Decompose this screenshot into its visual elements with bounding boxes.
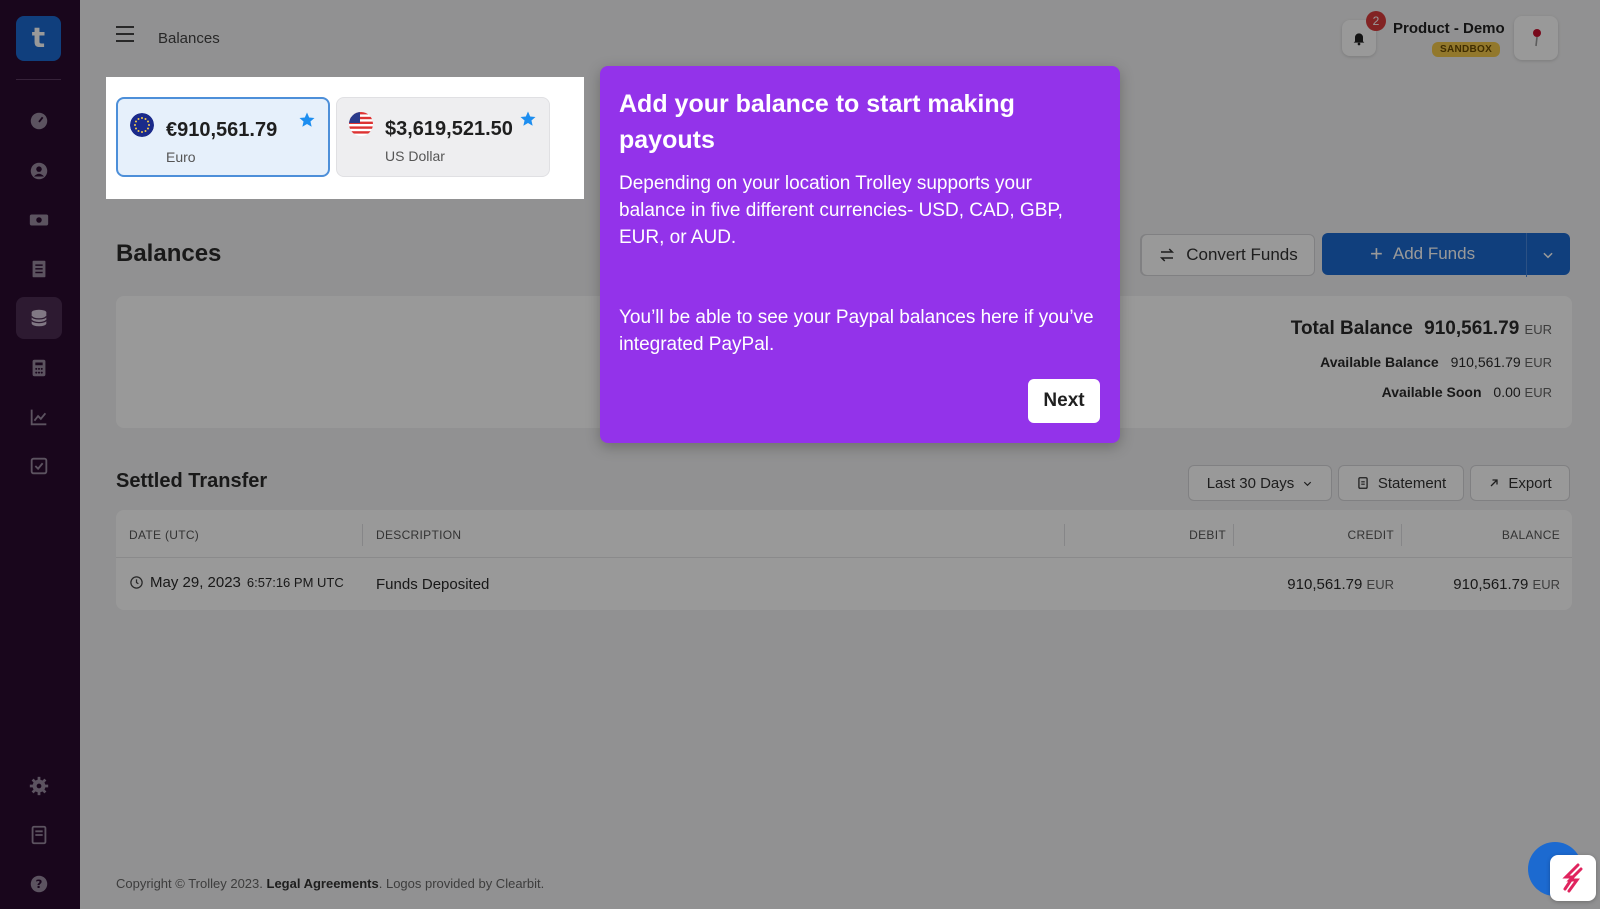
tour-next-button[interactable]: Next <box>1028 379 1100 423</box>
tour-popover: Add your balance to start making payouts… <box>600 66 1120 443</box>
tour-paragraph-2: You’ll be able to see your Paypal balanc… <box>619 307 1094 355</box>
currency-amount: €910,561.79 <box>166 119 278 141</box>
currency-card-usd[interactable]: $3,619,521.50 US Dollar <box>336 97 550 177</box>
eu-flag-icon <box>130 113 154 137</box>
currency-amount: $3,619,521.50 <box>385 118 513 140</box>
currency-cards-highlight: €910,561.79 Euro $3,619,521.50 US Dollar <box>106 77 584 199</box>
tour-title: Add your balance to start making payouts <box>619 90 1015 154</box>
currency-card-eur[interactable]: €910,561.79 Euro <box>116 97 330 177</box>
star-icon[interactable] <box>519 110 537 128</box>
currency-name: Euro <box>166 149 196 165</box>
star-icon[interactable] <box>298 111 316 129</box>
brand-badge[interactable] <box>1550 855 1596 901</box>
tour-paragraph-1: Depending on your location Trolley suppo… <box>619 173 1063 248</box>
currency-name: US Dollar <box>385 148 445 164</box>
lightning-logo-icon <box>1562 863 1583 893</box>
us-flag-icon <box>349 112 373 136</box>
